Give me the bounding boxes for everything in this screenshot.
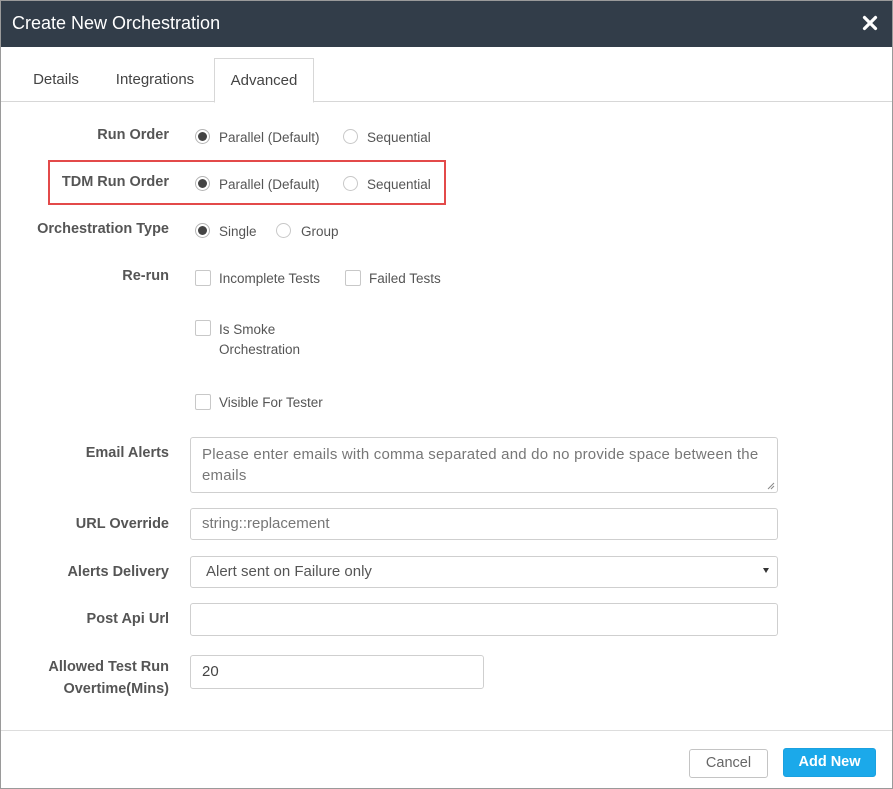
post-api-url-label: Post Api Url [86,611,169,627]
incomplete-tests-label: Incomplete Tests [219,271,321,286]
tab-details[interactable]: Details [19,58,93,102]
url-override-placeholder: string::replacement [202,515,330,532]
tdm-run-order-sequential-radio[interactable] [343,176,358,191]
failed-tests-checkbox[interactable] [345,270,361,286]
is-smoke-checkbox[interactable] [195,320,211,336]
visible-for-tester-label: Visible For Tester [219,395,323,410]
url-override-label: URL Override [75,516,169,532]
run-order-parallel-radio[interactable] [195,129,210,144]
alerts-delivery-label: Alerts Delivery [67,564,169,580]
modal-title: Create New Orchestration [12,13,221,33]
email-alerts-placeholder: Please enter emails with comma separated… [202,446,759,484]
alerts-delivery-value: Alert sent on Failure only [206,563,372,580]
incomplete-tests-checkbox[interactable] [195,270,211,286]
orchestration-type-group-label: Group [301,224,339,239]
alerts-delivery-select[interactable]: Alert sent on Failure only [190,556,778,588]
run-order-label: Run Order [97,127,169,143]
close-icon[interactable] [862,15,878,31]
add-new-button[interactable]: Add New [783,748,876,777]
tab-bar: Details Integrations Advanced [1,47,892,103]
post-api-url-input[interactable] [190,603,778,636]
tdm-run-order-label: TDM Run Order [61,174,169,190]
chevron-down-icon [763,568,769,573]
allowed-overtime-label-line1: Allowed Test Run [48,659,169,675]
tab-advanced[interactable]: Advanced [214,58,314,103]
orchestration-type-group-radio[interactable] [276,223,291,238]
url-override-input[interactable]: string::replacement [190,508,778,540]
resize-grip-icon[interactable] [767,482,775,490]
run-order-parallel-label: Parallel (Default) [219,130,320,145]
rerun-label: Re-run [122,268,169,284]
tab-integrations[interactable]: Integrations [105,58,205,102]
run-order-sequential-radio[interactable] [343,129,358,144]
tdm-run-order-parallel-label: Parallel (Default) [219,177,320,192]
is-smoke-label-line1: Is Smoke [219,322,276,337]
modal-footer: Cancel Add New [1,730,892,788]
cancel-button[interactable]: Cancel [689,749,768,778]
run-order-sequential-label: Sequential [367,130,431,145]
allowed-overtime-input[interactable]: 20 [190,655,484,689]
failed-tests-label: Failed Tests [369,271,441,286]
orchestration-type-label: Orchestration Type [37,221,169,237]
orchestration-type-single-label: Single [219,224,257,239]
tdm-run-order-sequential-label: Sequential [367,177,431,192]
allowed-overtime-label-line2: Overtime(Mins) [63,681,169,697]
tdm-run-order-parallel-radio[interactable] [195,176,210,191]
create-orchestration-modal: Create New Orchestration Details Integra… [0,0,893,789]
visible-for-tester-checkbox[interactable] [195,394,211,410]
orchestration-type-single-radio[interactable] [195,223,210,238]
allowed-overtime-value: 20 [202,663,219,680]
email-alerts-textarea[interactable]: Please enter emails with comma separated… [190,437,778,493]
is-smoke-label-line2: Orchestration [219,342,301,357]
email-alerts-label: Email Alerts [85,445,169,461]
modal-header: Create New Orchestration [1,1,892,47]
